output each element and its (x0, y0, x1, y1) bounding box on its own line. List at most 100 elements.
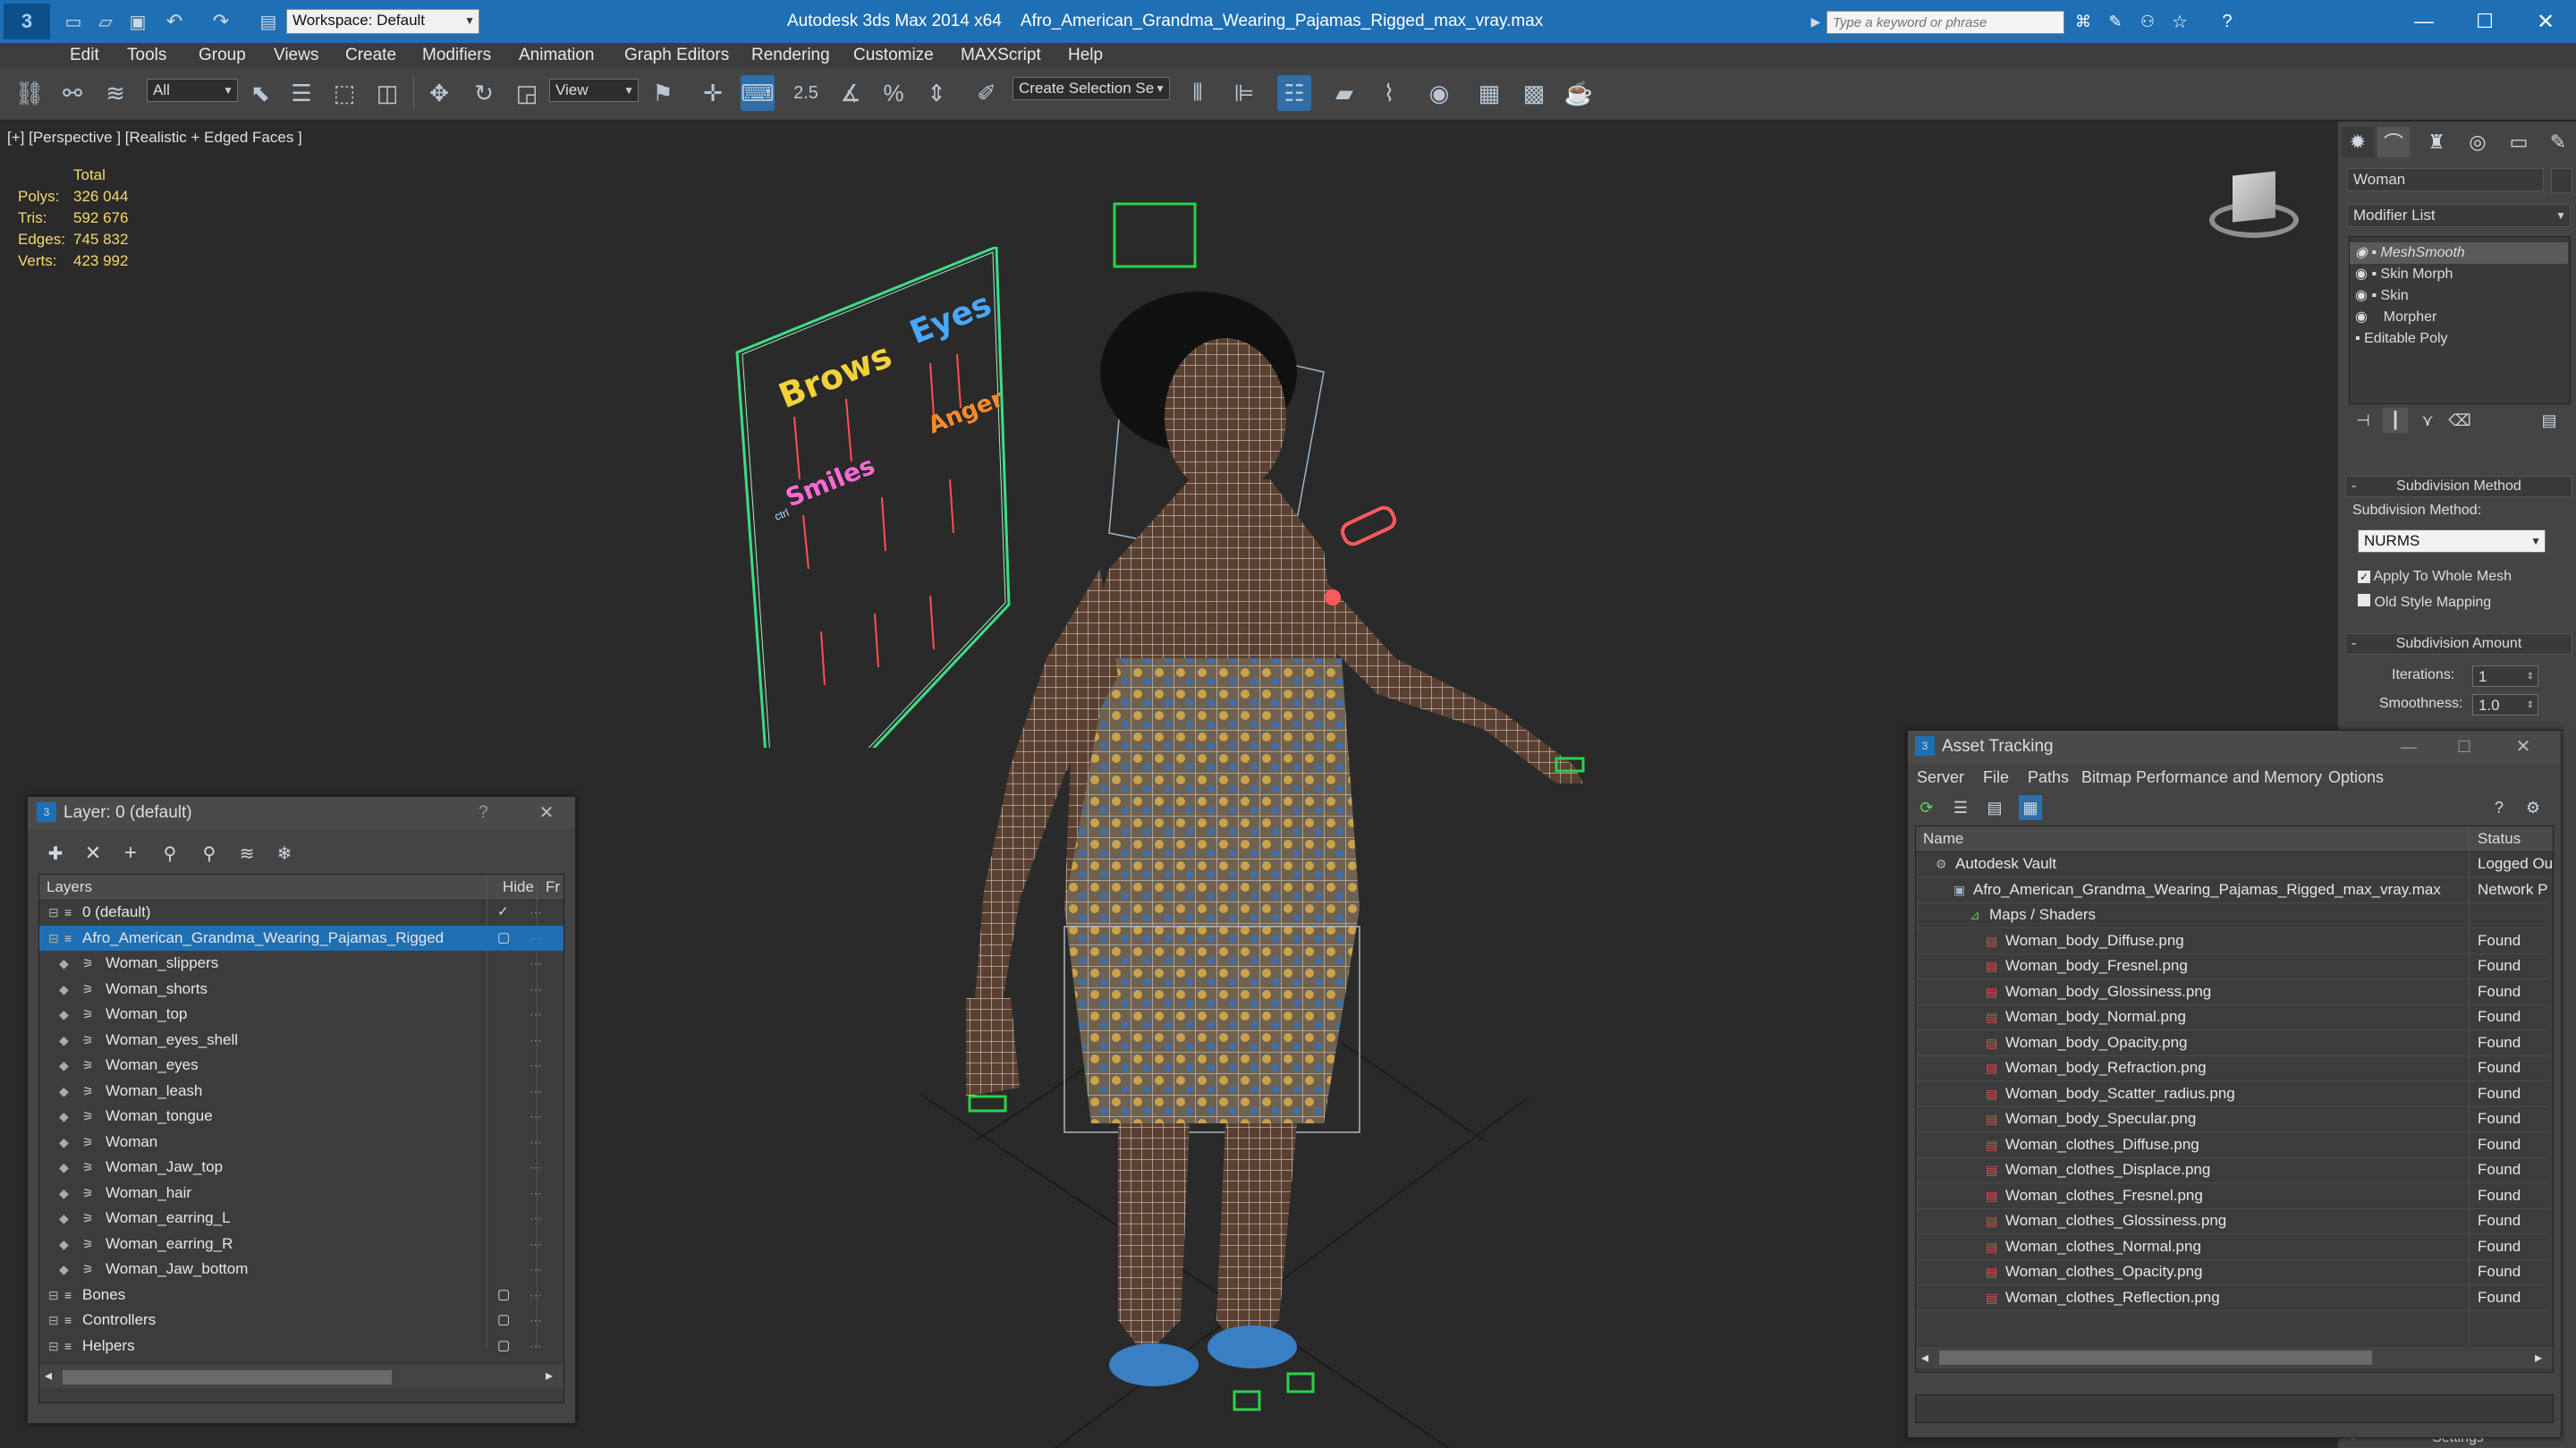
spinner-snap-icon[interactable]: ⇕ (919, 75, 953, 111)
layer-row[interactable]: ◆ ⚞ Woman_earring_R ⋯ (39, 1232, 564, 1257)
menu-animation[interactable]: Animation (519, 45, 595, 66)
save-icon[interactable]: ▣ (125, 9, 150, 34)
highlight-selected-icon[interactable]: ⚲ (196, 840, 223, 867)
asset-row[interactable]: ▤ Woman_body_Scatter_radius.png Found (1916, 1081, 2550, 1107)
object-name-field[interactable]: Woman (2347, 168, 2544, 191)
unlink-icon[interactable]: ⚯ (55, 75, 89, 111)
delete-layer-icon[interactable]: ✕ (80, 840, 106, 867)
stack-item-skin-morph[interactable]: ◉ ▪ Skin Morph (2350, 264, 2453, 285)
layer-hscrollbar[interactable]: ◂ ▸ (39, 1365, 564, 1388)
stack-item-skin[interactable]: ◉ ▪ Skin (2350, 285, 2409, 307)
layer-window-help[interactable]: ? (479, 797, 488, 829)
layer-row[interactable]: ⊟ ≡ Afro_American_Grandma_Wearing_Pajamas_… (39, 925, 564, 951)
subdivision-method-select[interactable]: NURMS ▼ (2358, 529, 2546, 553)
menu-tools[interactable]: Tools (127, 45, 166, 66)
asset-row[interactable]: ▤ Woman_body_Opacity.png Found (1916, 1030, 2550, 1056)
freeze-toggle[interactable]: ⋯ (530, 900, 542, 925)
app-logo[interactable]: 3 (4, 4, 50, 39)
asset-menu-bitmap[interactable]: Bitmap Performance and Memory (2081, 765, 2322, 790)
menu-maxscript[interactable]: MAXScript (961, 45, 1041, 66)
asset-tracking-window[interactable]: 3 Asset Tracking — ☐ ✕ Server File Paths… (1907, 730, 2562, 1438)
asset-row[interactable]: ▤ Woman_body_Glossiness.png Found (1916, 979, 2550, 1005)
mirror-icon[interactable]: ⫴ (1181, 75, 1215, 111)
rollout-subdivision-amount[interactable]: - Subdivision Amount (2345, 633, 2572, 655)
new-file-icon[interactable]: ▭ (61, 9, 86, 34)
asset-help-icon[interactable]: ? (2487, 795, 2511, 820)
asset-row[interactable]: ▤ Woman_body_Diffuse.png Found (1916, 928, 2550, 954)
align-icon[interactable]: ⊫ (1227, 75, 1261, 111)
col-status[interactable]: Status (2478, 826, 2521, 851)
asset-row[interactable]: ▤ Woman_body_Specular.png Found (1916, 1106, 2550, 1132)
freeze-toggle[interactable]: ⋯ (530, 1206, 542, 1231)
scroll-left-icon[interactable]: ◂ (45, 1367, 52, 1384)
hide-toggle[interactable]: ▢ (497, 1334, 510, 1359)
freeze-toggle[interactable]: ⋯ (530, 1334, 542, 1359)
expand-icon[interactable]: ⊟ (48, 1334, 59, 1359)
layer-window-close-icon[interactable]: ✕ (534, 800, 559, 826)
reference-coordinate-select[interactable]: View ▼ (549, 79, 639, 102)
hide-toggle[interactable]: ▢ (497, 1283, 510, 1308)
menu-group[interactable]: Group (199, 45, 246, 66)
render-production-icon[interactable]: ☕ (1562, 75, 1596, 111)
asset-menu-file[interactable]: File (1983, 765, 2009, 790)
named-selection-set-select[interactable]: Create Selection Se ▼ (1013, 77, 1170, 100)
project-folder-icon[interactable]: ▤ (256, 9, 281, 34)
expand-icon[interactable]: ⊟ (48, 1283, 59, 1308)
window-crossing-icon[interactable]: ◫ (370, 75, 404, 111)
stack-item-meshsmooth[interactable]: ◉ ▪ MeshSmooth (2350, 242, 2568, 264)
freeze-toggle[interactable]: ⋯ (530, 1283, 542, 1308)
freeze-toggle[interactable]: ⋯ (530, 951, 542, 976)
favorites-icon[interactable]: ☆ (2166, 9, 2193, 34)
freeze-toggle[interactable]: ⋯ (530, 1308, 542, 1333)
freeze-toggle[interactable]: ⋯ (530, 1155, 542, 1180)
layer-row[interactable]: ◆ ⚞ Woman_eyes_shell ⋯ (39, 1028, 564, 1053)
material-editor-icon[interactable]: ◉ (1422, 75, 1456, 111)
smoothness-spinner[interactable]: 1.0 ⇕ (2472, 694, 2538, 716)
edit-named-selection-icon[interactable]: ✐ (970, 75, 1004, 111)
col-freeze[interactable]: Fr (546, 875, 560, 900)
freeze-toggle[interactable]: ⋯ (530, 1232, 542, 1257)
search-expand-icon[interactable]: ▶ (1809, 9, 1823, 34)
asset-hscrollbar[interactable]: ◂ ▸ (1916, 1347, 2553, 1368)
asset-menu-paths[interactable]: Paths (2028, 765, 2069, 790)
asset-row[interactable]: ▤ Woman_body_Fresnel.png Found (1916, 953, 2550, 979)
close-icon[interactable]: ✕ (2528, 4, 2563, 39)
curve-editor-icon[interactable]: ⌇ (1372, 75, 1406, 111)
select-manipulate-icon[interactable]: ✛ (696, 75, 730, 111)
asset-row[interactable]: ▤ Woman_clothes_Diffuse.png Found (1916, 1132, 2550, 1158)
expand-icon[interactable]: ⊟ (48, 926, 59, 951)
scroll-right-icon[interactable]: ▸ (546, 1367, 553, 1384)
maximize-icon[interactable]: ☐ (2467, 4, 2503, 39)
select-object-icon[interactable]: ⬉ (243, 75, 277, 111)
asset-row[interactable]: ▤ Woman_clothes_Displace.png Found (1916, 1157, 2550, 1183)
asset-row[interactable]: ⚙ Autodesk Vault Logged Ou (1916, 851, 2553, 877)
view-cube-box[interactable] (2233, 171, 2275, 223)
asset-row[interactable]: ▤ Woman_body_Normal.png Found (1916, 1004, 2550, 1030)
layer-row[interactable]: ⊟ ≡ 0 (default) ✓ ⋯ (39, 900, 564, 925)
menu-graph-editors[interactable]: Graph Editors (624, 45, 729, 66)
layer-row[interactable]: ◆ ⚞ Woman_top ⋯ (39, 1002, 564, 1027)
layer-row[interactable]: ◆ ⚞ Woman_earring_L ⋯ (39, 1206, 564, 1231)
layer-row[interactable]: ◆ ⚞ Woman ⋯ (39, 1130, 564, 1155)
expand-icon[interactable]: ⊟ (48, 900, 59, 925)
menu-views[interactable]: Views (274, 45, 318, 66)
freeze-toggle[interactable]: ⋯ (530, 1028, 542, 1053)
utilities-tab-icon[interactable]: ✎ (2542, 127, 2574, 157)
bind-space-warp-icon[interactable]: ≋ (98, 75, 132, 111)
user-icon[interactable]: ⚇ (2134, 9, 2161, 34)
selection-filter-select[interactable]: All ▼ (147, 79, 238, 102)
display-tab-icon[interactable]: ▭ (2503, 127, 2535, 157)
asset-row[interactable]: ▤ Woman_clothes_Fresnel.png Found (1916, 1183, 2550, 1209)
binoculars-icon[interactable]: ⌘ (2070, 9, 2097, 34)
layer-row[interactable]: ⊟ ≡ Helpers ▢ ⋯ (39, 1334, 564, 1359)
freeze-toggle[interactable]: ⋯ (530, 926, 542, 951)
add-to-layer-icon[interactable]: + (117, 840, 144, 867)
open-file-icon[interactable]: ▱ (93, 9, 118, 34)
col-name[interactable]: Name (1923, 826, 1963, 851)
asset-row[interactable]: ▤ Woman_clothes_Reflection.png Found (1916, 1285, 2550, 1311)
help-icon[interactable]: ? (2211, 9, 2243, 34)
layer-row[interactable]: ◆ ⚞ Woman_eyes ⋯ (39, 1053, 564, 1078)
snaps-toggle-icon[interactable]: 2.5 (789, 75, 823, 111)
graphite-tools-icon[interactable]: ▰ (1327, 75, 1361, 111)
iterations-spinner[interactable]: 1 ⇕ (2472, 665, 2538, 687)
